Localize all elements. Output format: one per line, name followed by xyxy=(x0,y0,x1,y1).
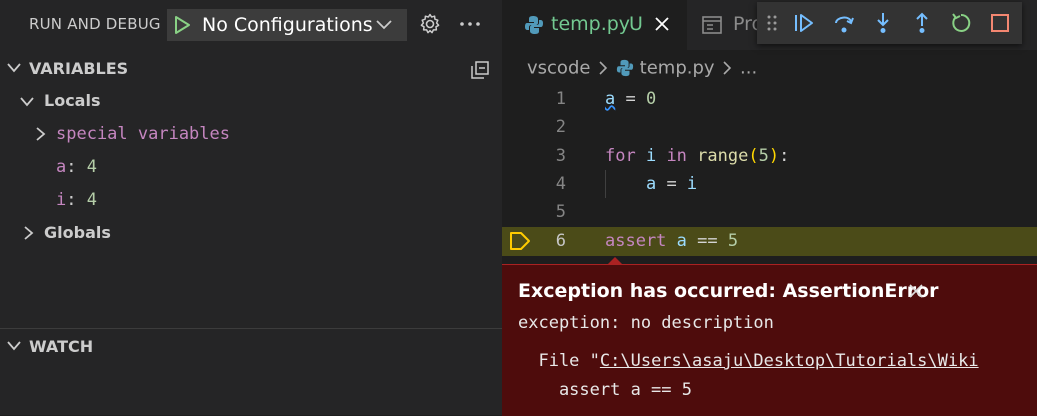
breadcrumb: vscode temp.py ... xyxy=(527,57,757,79)
tree-item-locals[interactable]: Locals xyxy=(0,86,502,116)
code-text: a = 0 xyxy=(605,89,657,109)
breadcrumb-more[interactable]: ... xyxy=(740,58,757,79)
restart-icon[interactable] xyxy=(950,12,972,34)
code-line[interactable]: 3 for i in range(5): xyxy=(502,142,1037,171)
gear-icon[interactable] xyxy=(419,13,441,35)
code-line[interactable]: 2 xyxy=(502,113,1037,142)
tab-untracked-badge: U xyxy=(629,13,643,35)
breadcrumb-file[interactable]: temp.py xyxy=(640,58,715,79)
chevron-right-icon xyxy=(36,127,46,141)
stop-icon[interactable] xyxy=(989,12,1011,34)
exception-file-line: File "C:\Users\asaju\Desktop\Tutorials\W… xyxy=(518,351,979,371)
chevron-down-icon xyxy=(20,97,34,107)
variable-row[interactable]: a: 4 xyxy=(0,152,502,182)
special-variables-label: special variables xyxy=(56,124,230,144)
chevron-right-icon xyxy=(24,226,34,240)
editor-area: temp.py U Pro vscode temp.py ... 1 a = 0… xyxy=(502,0,1037,416)
watch-title: WATCH xyxy=(29,337,94,356)
code-text: a = i xyxy=(645,174,698,194)
code-line[interactable]: 4 a = i xyxy=(502,170,1037,199)
exception-code-line: assert a == 5 xyxy=(518,380,692,400)
globals-label: Globals xyxy=(44,223,111,242)
python-file-icon xyxy=(616,59,634,77)
exception-widget: Exception has occurred: AssertionError e… xyxy=(502,257,1037,416)
line-number: 4 xyxy=(555,174,566,194)
continue-icon[interactable] xyxy=(793,12,815,34)
variable-row[interactable]: i: 4 xyxy=(0,185,502,215)
line-number: 6 xyxy=(555,231,566,251)
more-icon[interactable] xyxy=(459,13,481,35)
debug-sidebar: RUN AND DEBUG No Configurations VARIABLE… xyxy=(0,0,502,415)
locals-label: Locals xyxy=(44,91,101,110)
chevron-down-icon xyxy=(7,341,21,351)
current-execution-line[interactable]: 6 assert a == 5 xyxy=(502,227,1037,256)
variables-section-header[interactable]: VARIABLES xyxy=(0,53,502,83)
debug-toolbar xyxy=(757,2,1022,44)
debug-header: RUN AND DEBUG No Configurations xyxy=(0,0,502,50)
run-and-debug-title: RUN AND DEBUG xyxy=(29,15,161,33)
preview-icon xyxy=(702,16,722,34)
collapse-all-icon[interactable] xyxy=(470,60,490,80)
drag-handle-icon[interactable] xyxy=(767,14,777,32)
step-over-icon[interactable] xyxy=(833,12,855,34)
code-text: assert a == 5 xyxy=(605,231,739,251)
tree-item-globals[interactable]: Globals xyxy=(0,218,502,248)
tab-temp-py[interactable]: temp.py U xyxy=(502,0,687,50)
exception-description: exception: no description xyxy=(518,313,774,333)
watch-section-header[interactable]: WATCH xyxy=(0,331,502,361)
exception-pointer xyxy=(607,257,623,265)
code-line[interactable]: 1 a = 0 xyxy=(502,85,1037,114)
line-number: 3 xyxy=(555,146,566,166)
close-icon[interactable] xyxy=(908,283,924,299)
exception-title: Exception has occurred: AssertionError xyxy=(518,280,939,302)
exception-file-link[interactable]: C:\Users\asaju\Desktop\Tutorials\Wiki xyxy=(600,351,979,371)
step-into-icon[interactable] xyxy=(872,12,894,34)
code-line[interactable]: 5 xyxy=(502,198,1037,227)
variable-value: 4 xyxy=(86,157,97,177)
tree-item-special-variables[interactable]: special variables xyxy=(0,119,502,149)
variable-value: 4 xyxy=(86,190,97,210)
variable-name: i xyxy=(56,190,67,210)
variable-name: a xyxy=(56,157,67,177)
chevron-down-icon xyxy=(7,63,21,73)
configuration-dropdown[interactable]: No Configurations xyxy=(167,9,407,41)
close-icon[interactable] xyxy=(652,14,672,34)
variables-title: VARIABLES xyxy=(29,59,129,78)
line-number: 2 xyxy=(555,117,566,137)
chevron-down-icon xyxy=(376,20,392,30)
tab-label: temp.py xyxy=(551,13,631,35)
tab-bar: temp.py U Pro xyxy=(502,0,1037,50)
line-number: 1 xyxy=(555,89,566,109)
play-icon[interactable] xyxy=(172,15,192,35)
chevron-right-icon xyxy=(599,61,608,75)
breadcrumb-folder[interactable]: vscode xyxy=(527,58,590,79)
python-file-icon xyxy=(525,16,543,34)
chevron-right-icon xyxy=(723,61,732,75)
configuration-label: No Configurations xyxy=(202,14,373,36)
code-text: for i in range(5): xyxy=(605,146,790,166)
line-number: 5 xyxy=(555,202,566,222)
section-divider xyxy=(0,328,502,329)
step-out-icon[interactable] xyxy=(911,12,933,34)
